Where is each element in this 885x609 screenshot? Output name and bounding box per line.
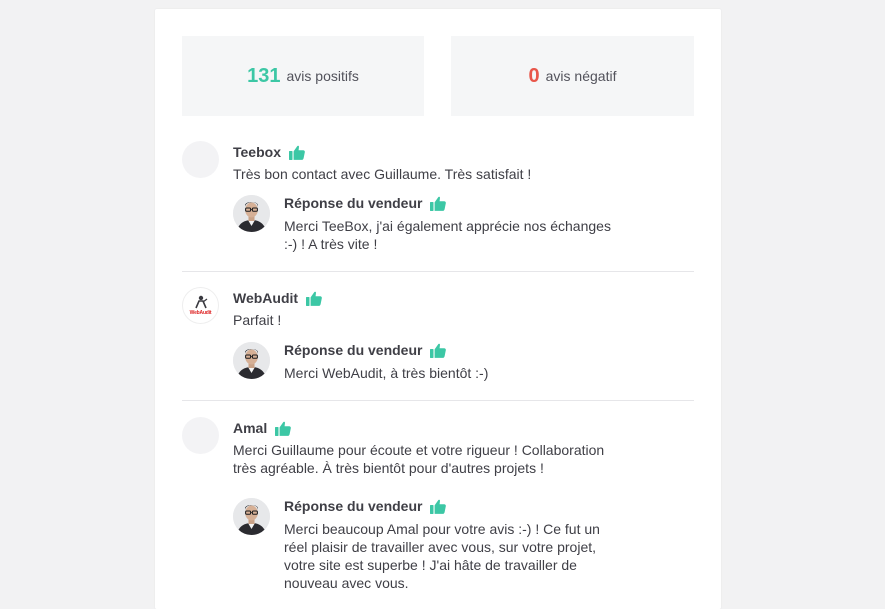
thumbs-up-icon [430, 499, 446, 514]
divider [182, 271, 694, 272]
thumbs-up-icon [289, 145, 305, 160]
reviewer-name-text: Teebox [233, 144, 281, 160]
reviewer-name-text: Amal [233, 420, 268, 436]
reviewer-name-text: WebAudit [233, 290, 299, 306]
review-text: Très bon contact avec Guillaume. Très sa… [233, 166, 532, 182]
reply-title: Réponse du vendeur [284, 342, 446, 358]
positive-count: 131 [247, 64, 281, 87]
reply-title-text: Réponse du vendeur [284, 195, 423, 211]
reply-title: Réponse du vendeur [284, 498, 446, 514]
reviews-card: 131 avis positifs 0 avis négatif Teebox … [155, 9, 721, 609]
positive-reviews-stat: 131 avis positifs [182, 36, 424, 116]
reviewer-name: Amal [233, 420, 291, 436]
reply-text: Merci beaucoup Amal pour votre avis :-) … [284, 521, 600, 591]
review-text: Parfait ! [233, 312, 282, 328]
thumbs-up-icon [275, 421, 291, 436]
thumbs-up-icon [430, 196, 446, 211]
reply-title: Réponse du vendeur [284, 195, 446, 211]
logo-text: WebAudit [189, 310, 212, 316]
review-text: Merci Guillaume pour écoute et votre rig… [233, 442, 605, 476]
review-stats: 131 avis positifs 0 avis négatif [182, 36, 694, 116]
reply-title-text: Réponse du vendeur [284, 342, 423, 358]
negative-reviews-stat: 0 avis négatif [451, 36, 694, 116]
audit-person-icon [194, 295, 207, 309]
reply-text: Merci TeeBox, j'ai également apprécie no… [284, 218, 611, 252]
reply-title-text: Réponse du vendeur [284, 498, 423, 514]
positive-label: avis positifs [286, 68, 359, 84]
thumbs-up-icon [306, 291, 322, 306]
reviewer-avatar [182, 417, 219, 454]
seller-avatar [233, 195, 270, 232]
negative-count: 0 [528, 64, 540, 87]
reply-text: Merci WebAudit, à très bientôt :-) [284, 365, 489, 381]
negative-label: avis négatif [545, 68, 617, 84]
reviewer-name: WebAudit [233, 290, 322, 306]
reviewer-avatar [182, 141, 219, 178]
webaudit-logo: WebAudit [182, 287, 219, 324]
reviewer-name: Teebox [233, 144, 305, 160]
seller-avatar [233, 498, 270, 535]
reviewer-avatar: WebAudit [182, 287, 219, 324]
seller-avatar [233, 342, 270, 379]
divider [182, 400, 694, 401]
thumbs-up-icon [430, 343, 446, 358]
